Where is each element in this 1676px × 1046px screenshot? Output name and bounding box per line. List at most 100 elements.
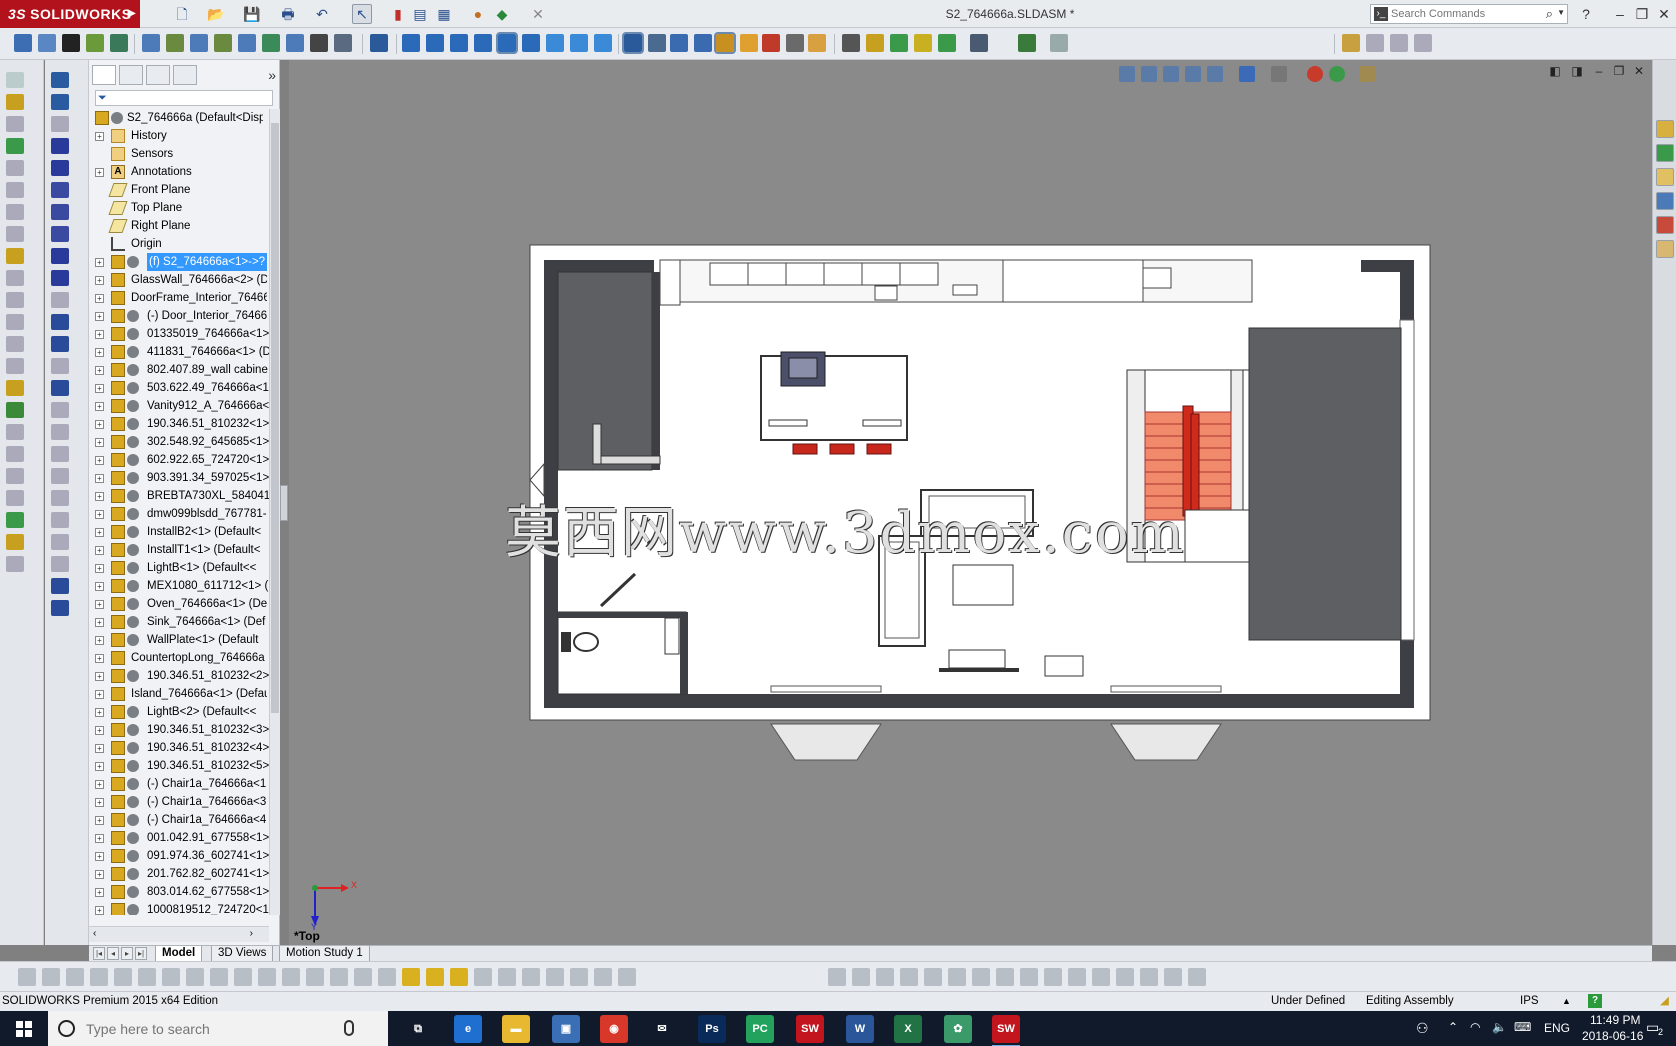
bottom-tool-24-icon[interactable] — [570, 968, 588, 986]
search-commands-input[interactable] — [1391, 6, 1541, 22]
scroll-left-icon[interactable]: ‹ — [93, 928, 96, 939]
expand-toggle-icon[interactable]: + — [95, 492, 104, 501]
tree-item[interactable]: +503.622.49_764666a<1> — [89, 379, 269, 397]
expand-toggle-icon[interactable]: + — [95, 672, 104, 681]
bottom-tool-1-icon[interactable] — [18, 968, 36, 986]
bottom-tool-right-7-icon[interactable] — [972, 968, 990, 986]
taskbar-photoshop-icon[interactable]: Ps — [698, 1015, 726, 1043]
taskbar-search-box[interactable] — [48, 1011, 388, 1046]
vertical-tool-11-icon[interactable] — [6, 292, 24, 308]
bottom-tool-right-5-icon[interactable] — [924, 968, 942, 986]
bottom-tool-right-1-icon[interactable] — [828, 968, 846, 986]
expand-toggle-icon[interactable]: + — [95, 294, 104, 303]
vertical-tool-7-icon[interactable] — [6, 204, 24, 220]
file-properties-icon[interactable]: ▤ — [410, 4, 430, 24]
view-palette-icon[interactable] — [1656, 192, 1674, 210]
shaded-icon[interactable] — [714, 32, 736, 54]
search-dropdown-icon[interactable]: ▼ — [1557, 8, 1565, 17]
tree-item[interactable]: Front Plane — [89, 181, 269, 199]
expand-toggle-icon[interactable]: + — [95, 510, 104, 519]
edit-appearance-icon[interactable] — [808, 34, 826, 52]
appearances-scenes-icon[interactable] — [1656, 216, 1674, 234]
bottom-tool-21-icon[interactable] — [498, 968, 516, 986]
view-bottom-icon[interactable] — [522, 34, 540, 52]
tree-item[interactable]: + dmw099blsdd_767781- — [89, 505, 269, 523]
sketch-tool-9-icon[interactable] — [51, 248, 69, 264]
expand-toggle-icon[interactable]: + — [95, 762, 104, 771]
tree-item[interactable]: + DoorFrame_Interior_76466 — [89, 289, 269, 307]
bottom-tool-12-icon[interactable] — [282, 968, 300, 986]
expand-toggle-icon[interactable]: + — [95, 528, 104, 537]
displaymanager-tab-icon[interactable] — [173, 65, 197, 85]
expand-toggle-icon[interactable]: + — [95, 618, 104, 627]
sketch-tool-15-icon[interactable] — [51, 380, 69, 396]
sketch-tool-14-icon[interactable] — [51, 358, 69, 374]
bottom-tool-right-3-icon[interactable] — [876, 968, 894, 986]
rotate-icon[interactable] — [694, 34, 712, 52]
featuremanager-tab-icon[interactable] — [92, 65, 116, 85]
bottom-tool-10-icon[interactable] — [234, 968, 252, 986]
tree-vertical-scrollbar[interactable] — [269, 109, 280, 915]
tab-motion-study-1[interactable]: Motion Study 1 — [279, 946, 370, 962]
expand-toggle-icon[interactable]: + — [95, 474, 104, 483]
configurationmanager-tab-icon[interactable] — [146, 65, 170, 85]
bottom-tool-2-icon[interactable] — [42, 968, 60, 986]
sketch-tool-1-icon[interactable] — [51, 72, 69, 88]
vertical-tool-16-icon[interactable] — [6, 402, 24, 418]
vertical-tool-20-icon[interactable] — [6, 490, 24, 506]
bottom-tool-8-icon[interactable] — [186, 968, 204, 986]
sketch-tool-19-icon[interactable] — [51, 468, 69, 484]
expand-toggle-icon[interactable]: + — [95, 834, 104, 843]
search-commands-box[interactable]: ›_ ⌕ ▼ — [1370, 4, 1568, 24]
filter-icon[interactable]: ⏷ — [98, 92, 107, 105]
normal-to-icon[interactable] — [622, 32, 644, 54]
tree-item[interactable]: +190.346.51_810232<2> — [89, 667, 269, 685]
sketch-tool-3-icon[interactable] — [51, 116, 69, 132]
expand-toggle-icon[interactable]: + — [95, 780, 104, 789]
bottom-tool-9-icon[interactable] — [210, 968, 228, 986]
vertical-tool-21-icon[interactable] — [6, 512, 24, 528]
people-icon[interactable]: ⚇ — [1416, 1020, 1429, 1037]
sketch-tool-24-icon[interactable] — [51, 578, 69, 594]
toolbar-tool-2-icon[interactable] — [38, 34, 56, 52]
expand-toggle-icon[interactable]: + — [95, 690, 104, 699]
tree-horizontal-scrollbar[interactable]: ‹ › — [89, 926, 269, 942]
expand-panel-icon[interactable]: » — [268, 67, 276, 83]
expand-toggle-icon[interactable]: + — [95, 276, 104, 285]
toolbox-icon[interactable] — [1018, 34, 1036, 52]
expand-toggle-icon[interactable]: + — [95, 744, 104, 753]
tree-item[interactable]: + (-) Door_Interior_76466 — [89, 307, 269, 325]
tree-item[interactable]: + InstallB2<1> (Default< — [89, 523, 269, 541]
expand-toggle-icon[interactable]: + — [95, 330, 104, 339]
bottom-tool-11-icon[interactable] — [258, 968, 276, 986]
mate-icon[interactable] — [166, 34, 184, 52]
panel-collapse-handle[interactable] — [280, 485, 288, 521]
close-button[interactable]: ✕ — [1654, 4, 1674, 24]
expand-toggle-icon[interactable]: + — [95, 546, 104, 555]
editing-mode-status[interactable]: Editing Assembly — [1366, 992, 1454, 1011]
expand-toggle-icon[interactable]: + — [95, 636, 104, 645]
taskbar-word-icon[interactable]: W — [846, 1015, 874, 1043]
scene-icon[interactable]: ◆ — [492, 4, 512, 24]
tree-item[interactable]: +201.762.82_602741<1> — [89, 865, 269, 883]
bottom-tool-16-icon[interactable] — [378, 968, 396, 986]
expand-toggle-icon[interactable]: + — [95, 312, 104, 321]
expand-toggle-icon[interactable]: + — [95, 816, 104, 825]
bottom-tool-right-12-icon[interactable] — [1092, 968, 1110, 986]
expand-toggle-icon[interactable]: + — [95, 582, 104, 591]
taskbar-chrome-icon[interactable]: ◉ — [600, 1015, 628, 1043]
bottom-tool-4-icon[interactable] — [90, 968, 108, 986]
bottom-tool-right-9-icon[interactable] — [1020, 968, 1038, 986]
bottom-tool-right-6-icon[interactable] — [948, 968, 966, 986]
close-document-icon[interactable]: ✕ — [528, 4, 548, 24]
tree-item[interactable]: + InstallT1<1> (Default< — [89, 541, 269, 559]
toolbar-right-2-icon[interactable] — [1366, 34, 1384, 52]
custom-properties-icon[interactable] — [1656, 240, 1674, 258]
bottom-tool-right-4-icon[interactable] — [900, 968, 918, 986]
bottom-tool-15-icon[interactable] — [354, 968, 372, 986]
bottom-tool-19-icon[interactable] — [450, 968, 468, 986]
bottom-tool-22-icon[interactable] — [522, 968, 540, 986]
solidworks-resources-icon[interactable] — [1656, 120, 1674, 138]
taskbar-file-explorer-icon[interactable]: ▬ — [502, 1015, 530, 1043]
pan-icon[interactable] — [670, 34, 688, 52]
